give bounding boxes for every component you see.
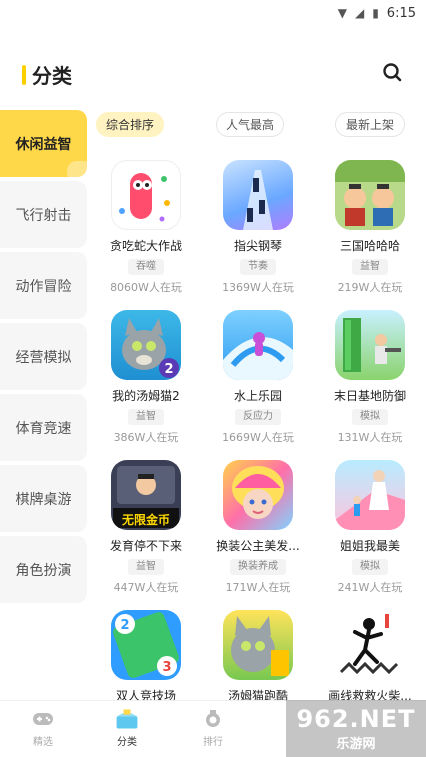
game-players: 131W人在玩 [337, 431, 403, 444]
sidebar-item-label: 动作冒险 [15, 278, 72, 295]
page-title: 分类 [32, 64, 72, 88]
game-players: 171W人在玩 [225, 581, 291, 594]
game-card[interactable]: 汤姆猫跑酷 [208, 610, 308, 704]
sidebar-item-label: 体育竞速 [15, 420, 72, 437]
sidebar-item-label: 飞行射击 [15, 207, 72, 224]
game-tag: 吞噬 [128, 259, 164, 275]
game-name: 换装公主美发... [216, 539, 300, 553]
game-card[interactable]: 贪吃蛇大作战 吞噬 8060W人在玩 [96, 160, 196, 295]
game-icon-tom-run [223, 610, 293, 680]
game-card[interactable]: 末日基地防御 模拟 131W人在玩 [320, 310, 420, 445]
header: 分类 [0, 26, 426, 116]
game-tag: 益智 [128, 409, 164, 425]
sidebar-item-business-sim[interactable]: 经营模拟 [0, 323, 87, 390]
game-players: 219W人在玩 [337, 281, 403, 294]
game-icon-two-player: 23 [111, 610, 181, 680]
game-players: 386W人在玩 [113, 431, 179, 444]
title-accent-bar [22, 64, 26, 85]
svg-text:3: 3 [162, 660, 171, 675]
title-wrap: 分类 [22, 60, 72, 89]
game-icon-snake [111, 160, 181, 230]
status-time: 6:15 [386, 5, 416, 21]
sidebar-item-action-adventure[interactable]: 动作冒险 [0, 252, 87, 319]
game-icon-water-park [223, 310, 293, 380]
sidebar-item-sports-racing[interactable]: 体育竞速 [0, 394, 87, 461]
game-tag: 换装养成 [230, 559, 286, 575]
search-icon[interactable] [382, 62, 402, 82]
battery-icon: ▮ [372, 6, 379, 20]
game-card[interactable]: 2 我的汤姆猫2 益智 386W人在玩 [96, 310, 196, 445]
sort-tab-label: 综合排序 [105, 118, 154, 132]
tab-featured[interactable]: 精选 [13, 707, 73, 748]
wifi-icon: ▼ [337, 6, 347, 20]
tab-category[interactable]: 分类 [97, 707, 157, 748]
watermark-domain: 962.NET [296, 705, 416, 733]
sort-tabs: 综合排序 人气最高 最新上架 [96, 112, 416, 138]
medal-icon [200, 707, 226, 731]
game-badge: 无限金币 [121, 513, 170, 527]
game-name: 末日基地防御 [333, 389, 406, 403]
game-players: 1669W人在玩 [222, 431, 294, 444]
game-card[interactable]: 23 双人竞技场 [96, 610, 196, 704]
game-card[interactable]: 无限金币 发育停不下来 益智 447W人在玩 [96, 460, 196, 595]
game-card[interactable]: 三国哈哈哈 益智 219W人在玩 [320, 160, 420, 295]
tab-label: 排行 [203, 737, 223, 748]
site-watermark: 962.NET 乐游网 [286, 700, 426, 757]
game-tag: 反应力 [235, 409, 281, 425]
game-name: 姐姐我最美 [339, 539, 400, 553]
sidebar-item-label: 角色扮演 [15, 562, 72, 579]
game-icon-base-defense [335, 310, 405, 380]
tab-ranking[interactable]: 排行 [183, 707, 243, 748]
game-name: 贪吃蛇大作战 [109, 239, 182, 253]
category-sidebar: 休闲益智 飞行射击 动作冒险 经营模拟 体育竞速 棋牌桌游 角色扮演 [0, 110, 87, 607]
game-name: 水上乐园 [233, 389, 282, 403]
game-card[interactable]: 水上乐园 反应力 1669W人在玩 [208, 310, 308, 445]
sort-tab-popular[interactable]: 人气最高 [216, 112, 284, 137]
game-icon-growth: 无限金币 [111, 460, 181, 530]
game-card[interactable]: 指尖钢琴 节奏 1369W人在玩 [208, 160, 308, 295]
game-icon-three-kingdoms [335, 160, 405, 230]
game-tag: 益智 [128, 559, 164, 575]
sidebar-item-label: 棋牌桌游 [15, 491, 72, 508]
signal-icon: ◢ [354, 6, 365, 20]
game-players: 241W人在玩 [337, 581, 403, 594]
game-card[interactable]: 姐姐我最美 模拟 241W人在玩 [320, 460, 420, 595]
sort-tab-newest[interactable]: 最新上架 [335, 112, 405, 137]
sort-tab-label: 最新上架 [345, 118, 394, 132]
game-tag: 益智 [352, 259, 388, 275]
tab-label: 分类 [117, 737, 137, 748]
game-players: 1369W人在玩 [222, 281, 294, 294]
sort-tab-comprehensive[interactable]: 综合排序 [96, 112, 164, 137]
sort-tab-label: 人气最高 [225, 118, 274, 132]
game-name: 发育停不下来 [109, 539, 182, 553]
sidebar-item-casual-puzzle[interactable]: 休闲益智 [0, 110, 87, 177]
status-bar: ▼ ◢ ▮ 6:15 [0, 0, 426, 26]
game-icon-piano [223, 160, 293, 230]
game-icon-sister-beauty [335, 460, 405, 530]
game-name: 三国哈哈哈 [339, 239, 400, 253]
game-tag: 模拟 [352, 409, 388, 425]
svg-text:2: 2 [164, 362, 173, 377]
svg-text:2: 2 [120, 618, 129, 633]
game-players: 8060W人在玩 [110, 281, 182, 294]
sidebar-item-label: 经营模拟 [15, 349, 72, 366]
game-tag: 节奏 [240, 259, 276, 275]
sidebar-item-board-card[interactable]: 棋牌桌游 [0, 465, 87, 532]
game-tag: 模拟 [352, 559, 388, 575]
tab-label: 精选 [33, 737, 53, 748]
category-box-icon [114, 707, 140, 731]
sidebar-item-label: 休闲益智 [15, 136, 72, 153]
game-icon-tom-cat: 2 [111, 310, 181, 380]
watermark-site-name: 乐游网 [336, 737, 376, 752]
game-name: 我的汤姆猫2 [112, 389, 180, 403]
game-players: 447W人在玩 [113, 581, 179, 594]
game-icon-draw-line [335, 610, 405, 680]
gamepad-icon [30, 707, 56, 731]
game-card[interactable]: 换装公主美发... 换装养成 171W人在玩 [208, 460, 308, 595]
sidebar-item-flight-shooting[interactable]: 飞行射击 [0, 181, 87, 248]
sidebar-item-role-play[interactable]: 角色扮演 [0, 536, 87, 603]
game-icon-princess-hair [223, 460, 293, 530]
game-name: 指尖钢琴 [233, 239, 282, 253]
game-card[interactable]: 画线救救火柴... [320, 610, 420, 704]
